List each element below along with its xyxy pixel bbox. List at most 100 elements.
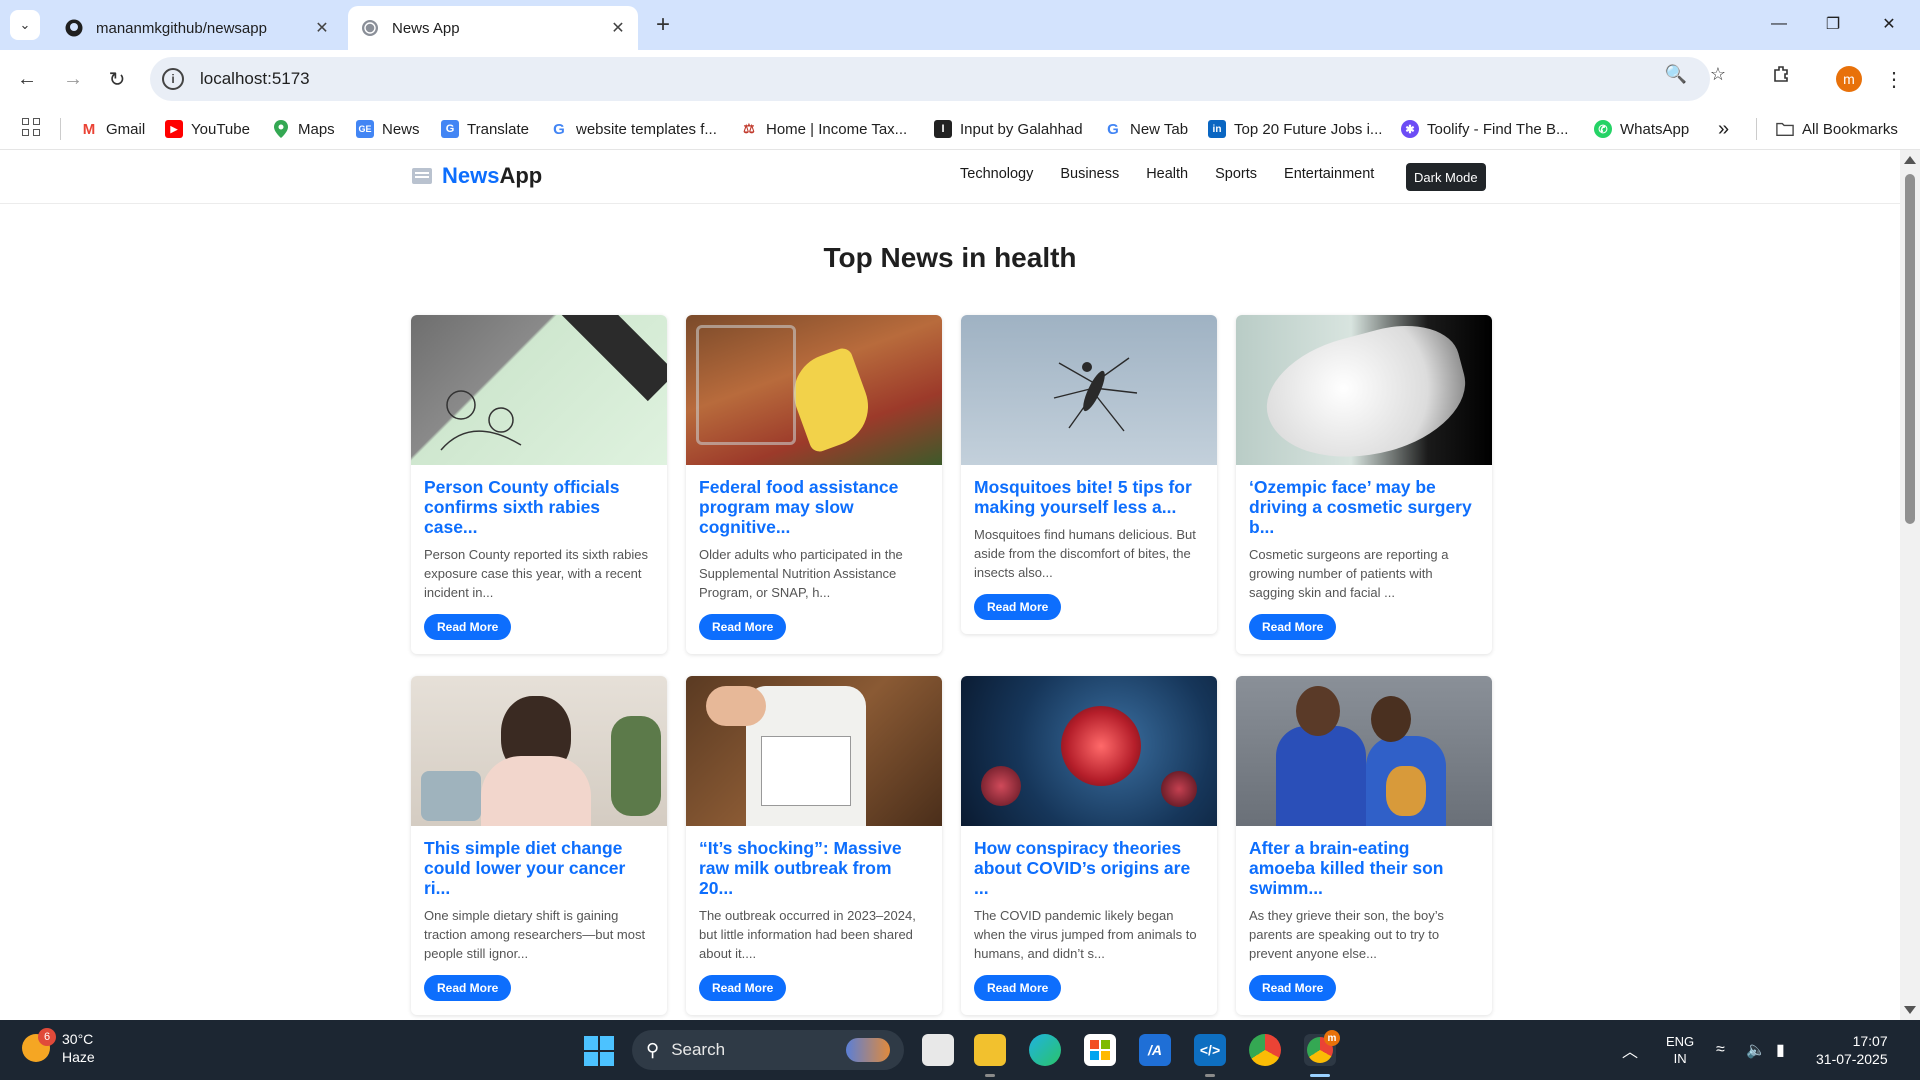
temperature: 30°C	[62, 1031, 94, 1047]
tab-news-app[interactable]: News App ✕	[348, 6, 638, 50]
bookmark-whatsapp[interactable]: ✆ WhatsApp	[1594, 116, 1689, 142]
read-more-button[interactable]: Read More	[699, 614, 787, 640]
task-view-icon[interactable]	[922, 1034, 954, 1066]
article-title[interactable]: How conspiracy theories about COVID’s or…	[974, 838, 1205, 898]
close-tab-icon[interactable]: ✕	[310, 16, 334, 40]
tab-title: News App	[392, 19, 460, 37]
close-window-button[interactable]: ✕	[1866, 8, 1912, 40]
bookmark-future-jobs[interactable]: in Top 20 Future Jobs i...	[1208, 116, 1382, 142]
linkedin-icon: in	[1208, 120, 1226, 138]
article-description: Person County reported its sixth rabies …	[424, 547, 648, 600]
bookmark-galahhad[interactable]: I Input by Galahhad	[934, 116, 1083, 142]
bookmark-income-tax[interactable]: ⚖ Home | Income Tax...	[740, 116, 907, 142]
read-more-button[interactable]: Read More	[974, 594, 1062, 620]
github-icon	[64, 18, 84, 38]
address-bar[interactable]: i localhost:5173	[150, 57, 1710, 101]
menu-kebab-icon[interactable]: ⋮	[1884, 64, 1904, 94]
close-tab-icon[interactable]: ✕	[606, 16, 630, 40]
extensions-icon[interactable]	[1770, 62, 1794, 86]
all-bookmarks-button[interactable]: All Bookmarks	[1776, 116, 1898, 142]
apps-grid-icon[interactable]	[22, 118, 42, 138]
read-more-button[interactable]: Read More	[1249, 975, 1337, 1001]
clock-date: 31-07-2025	[1816, 1051, 1888, 1067]
article-description: Older adults who participated in the Sup…	[699, 547, 903, 600]
zoom-icon[interactable]: 🔍	[1664, 62, 1688, 86]
bookmark-star-icon[interactable]: ☆	[1706, 62, 1730, 86]
wifi-icon[interactable]: ≈	[1716, 1020, 1725, 1080]
volume-icon[interactable]: 🔈	[1746, 1020, 1766, 1080]
site-info-icon[interactable]: i	[162, 68, 184, 90]
tray-overflow-chevron-icon[interactable]: ︿	[1622, 1020, 1638, 1080]
bookmark-maps[interactable]: Maps	[272, 116, 335, 142]
nav-technology[interactable]: Technology	[960, 166, 1033, 182]
forward-button[interactable]: →	[56, 62, 90, 96]
bookmark-label: Maps	[298, 120, 335, 138]
bookmark-news[interactable]: GE News	[356, 116, 420, 142]
chrome-profile-icon[interactable]: m	[1304, 1030, 1340, 1066]
nav-business[interactable]: Business	[1060, 166, 1119, 182]
article-title[interactable]: After a brain-eating amoeba killed their…	[1249, 838, 1480, 898]
vscode-icon[interactable]: </>	[1194, 1034, 1226, 1066]
article-title[interactable]: Person County officials confirms sixth r…	[424, 477, 655, 537]
bookmark-toolify[interactable]: ✱ Toolify - Find The B...	[1401, 116, 1568, 142]
scroll-down-arrow-icon[interactable]	[1904, 1006, 1916, 1014]
article-title[interactable]: Federal food assistance program may slow…	[699, 477, 930, 537]
tab-search-button[interactable]: ⌄	[10, 10, 40, 40]
clock[interactable]: 17:07 31-07-2025	[1816, 1020, 1888, 1080]
reload-button[interactable]: ↻	[100, 62, 134, 96]
running-indicator	[1205, 1074, 1215, 1077]
weather-widget[interactable]: 6 30°C Haze	[22, 1028, 95, 1066]
article-description: The outbreak occurred in 2023–2024, but …	[699, 908, 916, 961]
profile-avatar[interactable]: m	[1836, 66, 1862, 92]
bookmark-new-tab[interactable]: G New Tab	[1104, 116, 1188, 142]
bookmark-gmail[interactable]: M Gmail	[80, 116, 145, 142]
new-tab-button[interactable]: +	[650, 11, 676, 38]
minimize-button[interactable]: —	[1756, 8, 1802, 40]
read-more-button[interactable]: Read More	[974, 975, 1062, 1001]
nav-health[interactable]: Health	[1146, 166, 1188, 182]
article-title[interactable]: ‘Ozempic face’ may be driving a cosmetic…	[1249, 477, 1480, 537]
article-title[interactable]: “It’s shocking”: Massive raw milk outbre…	[699, 838, 930, 898]
mosquito-image	[961, 315, 1217, 465]
weather-sun-icon: 6	[22, 1028, 56, 1062]
battery-icon[interactable]: ▮	[1776, 1020, 1785, 1080]
weather-condition: Haze	[62, 1049, 95, 1065]
nav-sports[interactable]: Sports	[1215, 166, 1257, 182]
url-text: localhost:5173	[200, 69, 310, 88]
language-indicator[interactable]: ENG IN	[1666, 1020, 1694, 1080]
app-icon[interactable]: /A	[1139, 1034, 1171, 1066]
bookmark-translate[interactable]: G Translate	[441, 116, 529, 142]
taskbar-search[interactable]: ⚲ Search	[632, 1030, 904, 1070]
file-explorer-icon[interactable]	[974, 1034, 1006, 1066]
article-title[interactable]: Mosquitoes bite! 5 tips for making yours…	[974, 477, 1205, 517]
scroll-up-arrow-icon[interactable]	[1904, 156, 1916, 164]
region-code: IN	[1673, 1051, 1687, 1066]
scrollbar-thumb[interactable]	[1905, 174, 1915, 524]
bookmark-label: website templates f...	[576, 120, 717, 138]
article-title[interactable]: This simple diet change could lower your…	[424, 838, 655, 898]
divider	[60, 118, 61, 140]
edge-icon[interactable]	[1029, 1034, 1061, 1066]
bookmark-label: All Bookmarks	[1802, 120, 1898, 138]
windows-start-icon[interactable]	[584, 1036, 614, 1066]
read-more-button[interactable]: Read More	[424, 975, 512, 1001]
back-button[interactable]: ←	[10, 62, 44, 96]
more-bookmarks-button[interactable]: »	[1718, 116, 1729, 142]
read-more-button[interactable]: Read More	[699, 975, 787, 1001]
microsoft-store-icon[interactable]	[1084, 1034, 1116, 1066]
maps-icon	[272, 120, 290, 138]
read-more-button[interactable]: Read More	[424, 614, 512, 640]
newspaper-icon	[412, 168, 432, 184]
search-label: Search	[671, 1040, 726, 1059]
nav-entertainment[interactable]: Entertainment	[1284, 166, 1374, 182]
bookmark-website-templates[interactable]: G website templates f...	[550, 116, 717, 142]
site-logo[interactable]: News App	[412, 163, 542, 189]
category-nav: Technology Business Health Sports Entert…	[960, 166, 1401, 182]
youtube-icon: ▶	[165, 120, 183, 138]
chrome-icon[interactable]	[1249, 1034, 1281, 1066]
restore-button[interactable]: ❐	[1810, 8, 1856, 40]
bookmark-youtube[interactable]: ▶ YouTube	[165, 116, 250, 142]
tab-github[interactable]: mananmkgithub/newsapp ✕	[52, 6, 342, 50]
read-more-button[interactable]: Read More	[1249, 614, 1337, 640]
dark-mode-button[interactable]: Dark Mode	[1406, 163, 1486, 191]
